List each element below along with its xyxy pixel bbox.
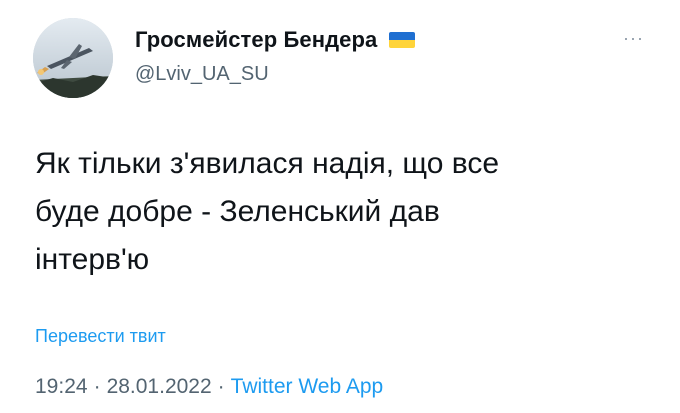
author-name-row: Гросмейстер Бендера <box>135 27 416 53</box>
more-dots-icon[interactable]: ··· <box>623 28 644 49</box>
meta-separator: · <box>217 375 225 398</box>
tweet-time[interactable]: 19:24 <box>35 375 88 398</box>
flag-blue-stripe <box>389 32 416 40</box>
ukraine-flag-icon <box>389 32 416 48</box>
author-display-name[interactable]: Гросмейстер Бендера <box>135 27 377 53</box>
author-handle[interactable]: @Lviv_UA_SU <box>135 63 269 86</box>
avatar-image <box>33 18 113 98</box>
flag-yellow-stripe <box>389 40 416 48</box>
tweet-text: Як тільки з'явилася надія, що все буде д… <box>35 147 500 276</box>
tweet-date[interactable]: 28.01.2022 <box>107 375 212 398</box>
tweet-card: Гросмейстер Бендера @Lviv_UA_SU ··· Як т… <box>0 0 680 413</box>
translate-tweet-link[interactable]: Перевести твит <box>35 326 166 347</box>
tweet-meta: 19:24 · 28.01.2022 · Twitter Web App <box>35 375 383 399</box>
meta-separator: · <box>93 375 101 398</box>
avatar[interactable] <box>33 18 113 98</box>
tweet-source[interactable]: Twitter Web App <box>231 375 384 398</box>
